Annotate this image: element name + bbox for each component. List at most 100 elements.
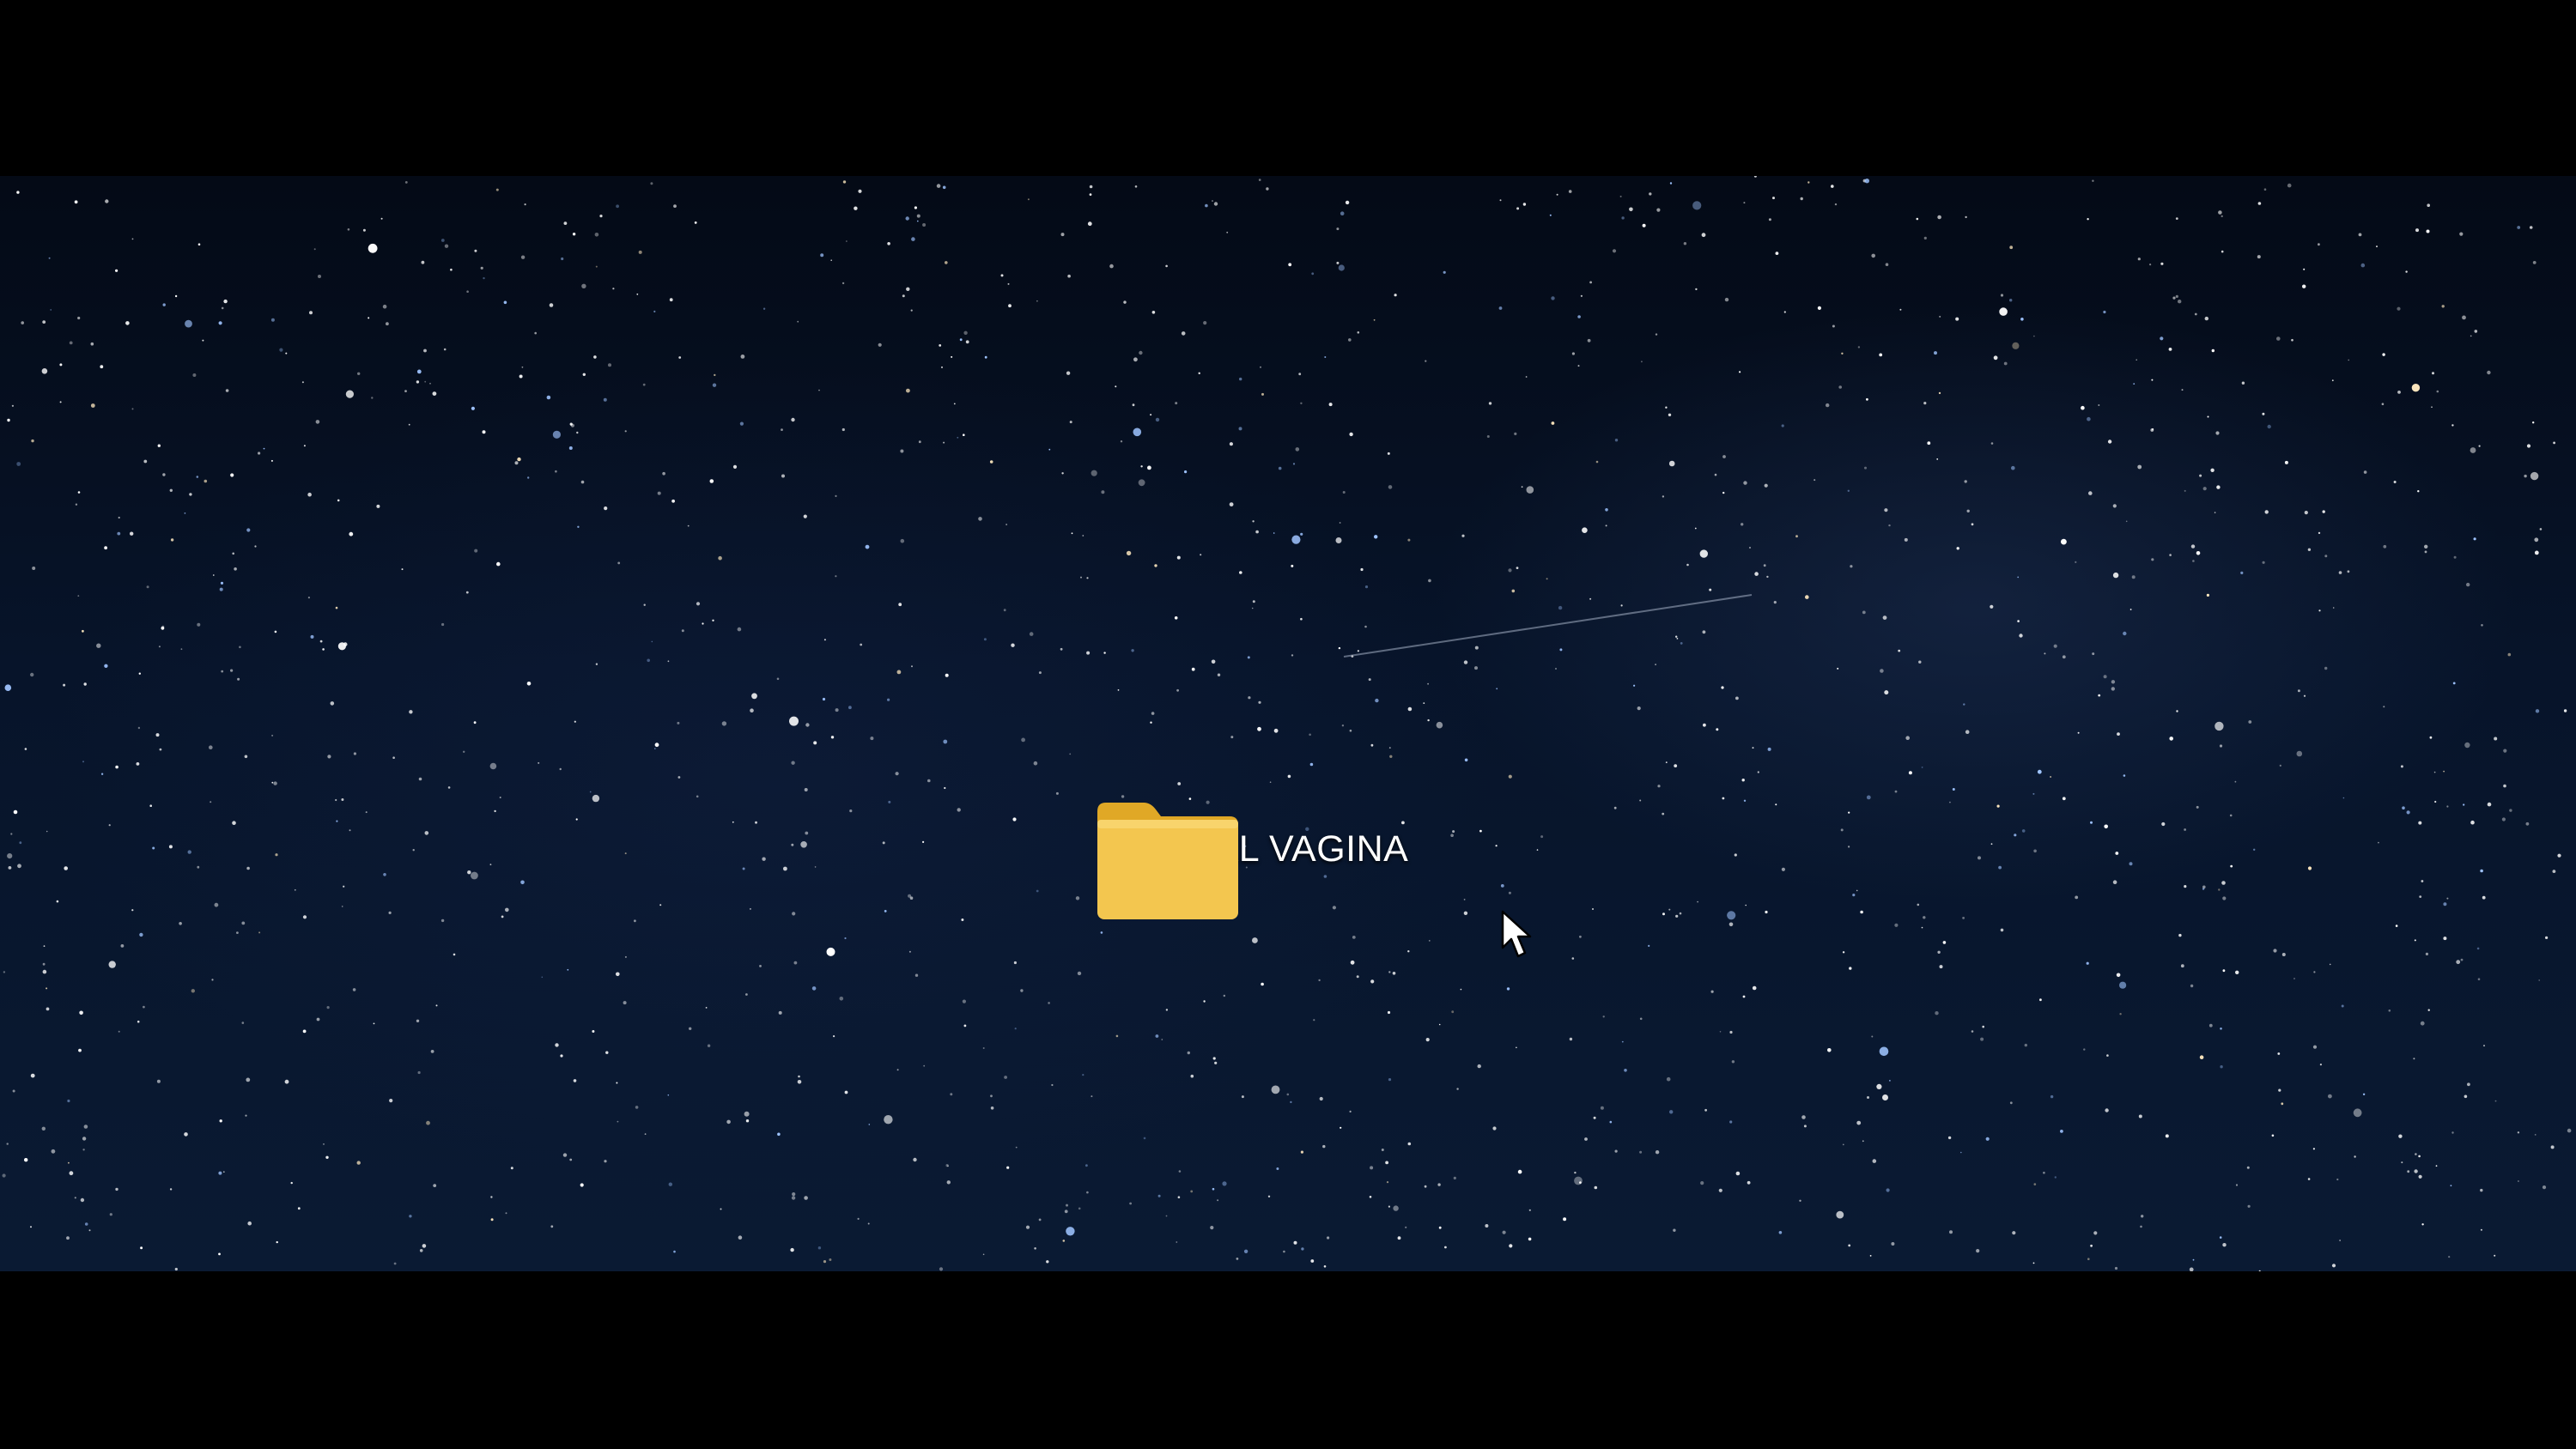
star [2534,1134,2537,1136]
star [404,390,407,392]
star [1066,1203,1068,1207]
star [2257,202,2262,205]
star [1577,365,1580,367]
star [1555,668,1557,670]
desktop-folder-item[interactable]: DIGITAL VAGINA [1091,794,1434,919]
star [149,804,152,807]
star [1038,1218,1042,1222]
star [2194,312,2197,316]
star [104,664,108,668]
desktop-wallpaper[interactable]: DIGITAL VAGINA [0,176,2576,1271]
star [1461,534,1465,537]
star [2092,652,2095,656]
star [1309,733,1311,737]
star [1884,690,1889,695]
star [962,999,966,1003]
star [1011,643,1015,647]
star [1322,1144,1326,1149]
star [1721,686,1724,689]
star [1697,900,1698,903]
star [1236,1258,1239,1260]
star [957,436,959,439]
star [2524,474,2527,478]
star [567,968,569,971]
star [616,1082,618,1084]
star [953,403,956,405]
star [1339,522,1341,524]
star [1103,652,1106,654]
star [2114,1266,2118,1270]
star [963,330,968,335]
star [1492,1126,1497,1131]
star [604,1160,607,1163]
star [303,445,306,447]
star [1239,377,1242,381]
star [1078,1207,1081,1210]
star [1048,448,1051,451]
star [1051,1083,1054,1087]
star [793,961,798,965]
star [2302,284,2306,288]
star [219,1119,222,1123]
star [19,841,22,845]
star [1673,1228,1676,1232]
star [2339,1240,2341,1241]
star [720,1208,722,1210]
star [643,603,646,606]
star [1309,762,1314,767]
star [1579,1181,1582,1184]
star [2204,316,2208,321]
star [234,567,237,571]
star [2494,737,2498,741]
star [1862,1140,1864,1143]
star [963,433,965,437]
star [1071,532,1073,535]
star [474,249,477,252]
star [1849,967,1852,970]
star [290,1181,293,1185]
star [246,866,250,870]
star [1184,470,1188,474]
star [1642,223,1646,227]
star [1679,912,1682,915]
star [642,383,646,386]
star [1605,508,1608,512]
star [1528,1237,1532,1241]
star [560,1054,563,1058]
star [2119,981,2127,989]
star [945,261,948,264]
star [1551,421,1555,425]
star [2415,1153,2417,1155]
star [1143,1137,1146,1140]
star [1301,1247,1304,1251]
star [2382,353,2385,356]
star [1556,193,1558,196]
star [990,1094,993,1098]
star [2436,390,2439,393]
star [2477,978,2481,980]
star [218,1171,222,1175]
star [1012,817,1017,822]
star [944,786,946,790]
star [56,900,59,903]
star [189,493,192,496]
star [1217,1199,1219,1202]
star [689,1027,692,1030]
star [2106,1054,2109,1057]
star [2133,383,2136,385]
star [1827,1048,1832,1052]
star [896,670,902,675]
star [3,971,6,973]
star [495,188,499,191]
star [2427,203,2430,207]
star [210,801,212,803]
star [905,216,909,221]
star [737,627,742,632]
star [204,479,208,483]
star [1340,1126,1342,1129]
star [1157,1194,1161,1197]
star [115,1187,118,1191]
star [927,779,931,783]
star [662,471,665,476]
star [388,911,392,914]
